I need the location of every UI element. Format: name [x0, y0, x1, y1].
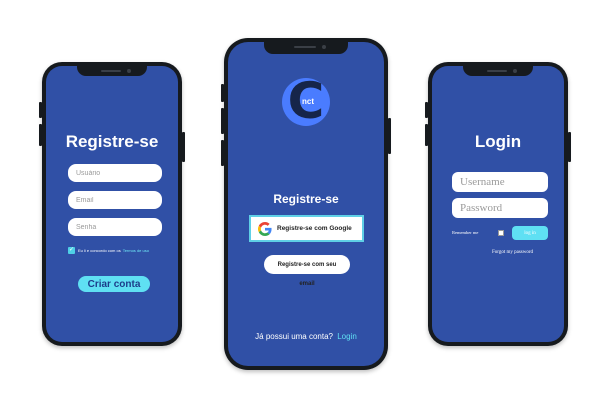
login-prompt: Já possui uma conta? Login: [228, 332, 384, 341]
email-input[interactable]: [68, 191, 162, 209]
phone-side-button: [221, 140, 224, 166]
terms-row: ✓ Eu li e concordo com os Termos de uso: [68, 247, 149, 254]
phone-notch: [77, 66, 147, 76]
signup-title: Registre-se: [65, 132, 159, 151]
phone-notch: [463, 66, 533, 76]
username-input[interactable]: [68, 164, 162, 182]
login-question: Já possui uma conta?: [255, 332, 333, 341]
phone-side-button: [388, 118, 391, 154]
phone-signup-social: C nct Registre-se Registre-se com Google…: [221, 38, 391, 370]
remember-me-checkbox[interactable]: [498, 230, 504, 236]
phone-side-button: [425, 124, 428, 146]
username-input[interactable]: [452, 172, 548, 192]
remember-me-label: Remember me: [452, 230, 479, 235]
phone-screen: Login Remember me log in Forgot my passw…: [432, 66, 564, 342]
create-account-button[interactable]: Criar conta: [78, 276, 150, 292]
remember-me-row: Remember me: [452, 230, 478, 235]
phone-side-button: [568, 132, 571, 162]
logo-text: nct: [302, 97, 314, 106]
phone-side-button: [425, 102, 428, 118]
phone-side-button: [221, 84, 224, 102]
login-button[interactable]: log in: [512, 226, 548, 240]
password-input[interactable]: [452, 198, 548, 218]
phone-side-button: [39, 124, 42, 146]
google-icon: [258, 221, 272, 236]
phone-login-form: Login Remember me log in Forgot my passw…: [425, 62, 571, 346]
signup-title: Registre-se: [273, 192, 339, 206]
password-input[interactable]: [68, 218, 162, 236]
terms-checkbox[interactable]: ✓: [68, 247, 75, 254]
forgot-password-link[interactable]: Forgot my password: [492, 250, 533, 255]
login-link[interactable]: Login: [337, 332, 357, 341]
phone-side-button: [221, 108, 224, 134]
cnct-logo: C nct: [282, 72, 330, 130]
phone-screen: C nct Registre-se Registre-se com Google…: [228, 42, 384, 366]
phone-side-button: [182, 132, 185, 162]
login-title: Login: [474, 132, 522, 151]
terms-link[interactable]: Termos de uso: [123, 248, 149, 253]
terms-text: Eu li e concordo com os: [78, 248, 121, 253]
phone-notch: [264, 42, 348, 54]
google-button-label: Registre-se com Google: [277, 225, 352, 232]
phone-screen: Registre-se ✓ Eu li e concordo com os Te…: [46, 66, 178, 342]
phone-side-button: [39, 102, 42, 118]
email-signup-button[interactable]: Registre-se com seu email: [264, 255, 350, 287]
phone-signup-form: Registre-se ✓ Eu li e concordo com os Te…: [39, 62, 185, 346]
google-signup-button[interactable]: Registre-se com Google: [249, 215, 364, 242]
